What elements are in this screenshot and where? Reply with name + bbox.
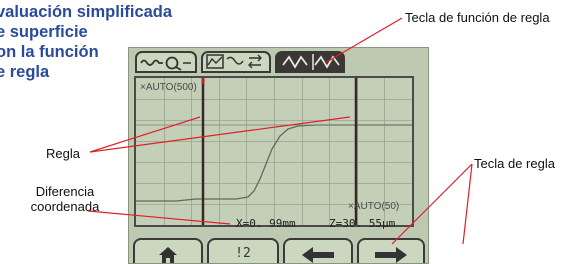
callout-line-ruler-right xyxy=(89,116,351,153)
callout-lines xyxy=(87,17,473,245)
callout-line-ruler-left xyxy=(89,116,201,153)
callout-line-function-key xyxy=(324,17,403,64)
callout-line-ruler-key-left xyxy=(391,163,473,245)
callout-line-coordinate-difference xyxy=(87,210,231,225)
callout-line-ruler-key-right xyxy=(462,163,473,245)
